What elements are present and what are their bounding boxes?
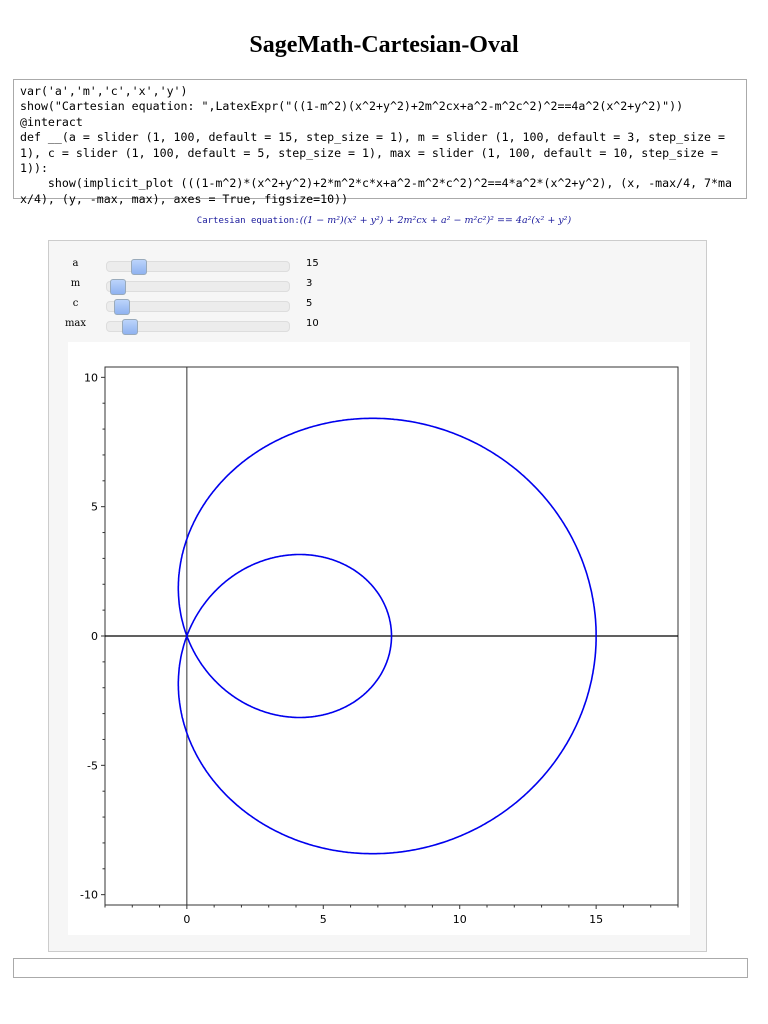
empty-cell[interactable] (13, 958, 748, 978)
y-tick-label: -5 (87, 759, 98, 772)
x-tick-label: 0 (183, 913, 190, 926)
x-tick-label: 10 (453, 913, 467, 926)
y-tick-label: 0 (91, 630, 98, 643)
y-tick-label: 5 (91, 501, 98, 514)
x-tick-label: 15 (589, 913, 603, 926)
y-tick-label: 10 (84, 371, 98, 384)
x-tick-label: 5 (320, 913, 327, 926)
y-tick-label: -10 (80, 889, 98, 902)
implicit-plot: 0 5 10 15 -10 -5 0 5 10 (80, 366, 679, 926)
